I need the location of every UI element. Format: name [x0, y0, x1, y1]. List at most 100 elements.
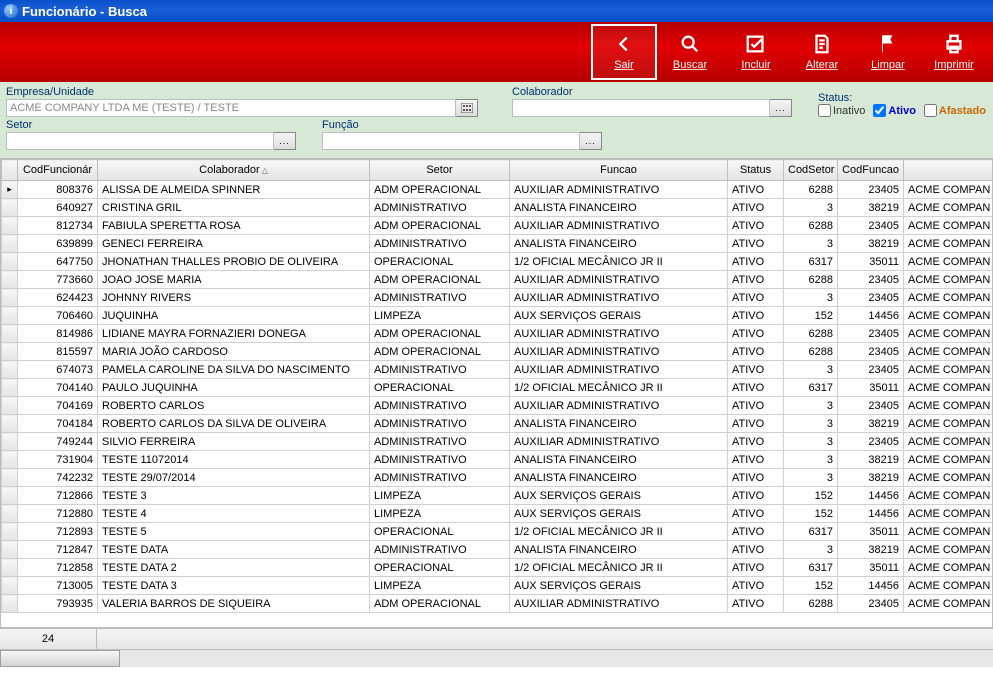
limpar-button[interactable]: Limpar	[855, 24, 921, 80]
cell-status: ATIVO	[728, 415, 784, 433]
cell-funcao: ANALISTA FINANCEIRO	[510, 235, 728, 253]
table-row[interactable]: 712880TESTE 4LIMPEZAAUX SERVIÇOS GERAISA…	[2, 505, 993, 523]
col-empresa[interactable]	[904, 160, 993, 181]
cell-cod: 704169	[18, 397, 98, 415]
horizontal-scrollbar[interactable]	[0, 649, 993, 667]
table-row[interactable]: 704140PAULO JUQUINHAOPERACIONAL1/2 OFICI…	[2, 379, 993, 397]
table-row[interactable]: 731904TESTE 11072014ADMINISTRATIVOANALIS…	[2, 451, 993, 469]
table-row[interactable]: 704184ROBERTO CARLOS DA SILVA DE OLIVEIR…	[2, 415, 993, 433]
sair-button[interactable]: Sair	[591, 24, 657, 80]
cell-codfuncao: 14456	[838, 577, 904, 595]
empresa-field[interactable]	[6, 99, 456, 117]
table-row[interactable]: 640927CRISTINA GRILADMINISTRATIVOANALIST…	[2, 199, 993, 217]
row-count: 24	[0, 629, 97, 649]
cell-codsetor: 3	[784, 199, 838, 217]
cell-cod: 742232	[18, 469, 98, 487]
table-row[interactable]: 713005TESTE DATA 3LIMPEZAAUX SERVIÇOS GE…	[2, 577, 993, 595]
col-status[interactable]: Status	[728, 160, 784, 181]
grid[interactable]: CodFuncionár Colaborador△ Setor Funcao S…	[0, 159, 993, 628]
cell-codfuncao: 14456	[838, 505, 904, 523]
cell-status: ATIVO	[728, 505, 784, 523]
cell-codfuncao: 23405	[838, 595, 904, 613]
filter-panel: Empresa/Unidade Colaborador ... Status: …	[0, 82, 993, 159]
cell-funcao: ANALISTA FINANCEIRO	[510, 541, 728, 559]
cell-status: ATIVO	[728, 253, 784, 271]
cell-cod: 712893	[18, 523, 98, 541]
ativo-checkbox[interactable]: Ativo	[873, 104, 916, 117]
limpar-label: Limpar	[871, 59, 905, 71]
row-indicator	[2, 289, 18, 307]
inativo-checkbox[interactable]: Inativo	[818, 104, 865, 117]
buscar-label: Buscar	[673, 59, 707, 71]
table-row[interactable]: 647750JHONATHAN THALLES PROBIO DE OLIVEI…	[2, 253, 993, 271]
cell-colaborador: TESTE 29/07/2014	[98, 469, 370, 487]
cell-codfuncao: 35011	[838, 523, 904, 541]
cell-setor: ADM OPERACIONAL	[370, 343, 510, 361]
col-colaborador[interactable]: Colaborador△	[98, 160, 370, 181]
table-row[interactable]: 793935VALERIA BARROS DE SIQUEIRAADM OPER…	[2, 595, 993, 613]
grid-header-row: CodFuncionár Colaborador△ Setor Funcao S…	[2, 160, 993, 181]
table-row[interactable]: 712858TESTE DATA 2OPERACIONAL1/2 OFICIAL…	[2, 559, 993, 577]
cell-codsetor: 3	[784, 289, 838, 307]
table-row[interactable]: 674073PAMELA CAROLINE DA SILVA DO NASCIM…	[2, 361, 993, 379]
table-row[interactable]: 639899GENECI FERREIRAADMINISTRATIVOANALI…	[2, 235, 993, 253]
cell-empresa: ACME COMPAN	[904, 469, 993, 487]
cell-cod: 808376	[18, 181, 98, 199]
cell-cod: 815597	[18, 343, 98, 361]
cell-funcao: AUXILIAR ADMINISTRATIVO	[510, 271, 728, 289]
col-codfuncionario[interactable]: CodFuncionár	[18, 160, 98, 181]
cell-status: ATIVO	[728, 559, 784, 577]
funcao-lookup-button[interactable]: ...	[580, 132, 602, 150]
cell-empresa: ACME COMPAN	[904, 541, 993, 559]
alterar-button[interactable]: Alterar	[789, 24, 855, 80]
table-row[interactable]: 712866TESTE 3LIMPEZAAUX SERVIÇOS GERAISA…	[2, 487, 993, 505]
funcao-field[interactable]	[322, 132, 580, 150]
setor-field[interactable]	[6, 132, 274, 150]
row-indicator	[2, 217, 18, 235]
cell-colaborador: TESTE DATA 3	[98, 577, 370, 595]
status-label: Status:	[818, 92, 987, 104]
cell-status: ATIVO	[728, 577, 784, 595]
cell-funcao: 1/2 OFICIAL MECÂNICO JR II	[510, 253, 728, 271]
cell-codfuncao: 38219	[838, 235, 904, 253]
table-row[interactable]: 704169ROBERTO CARLOSADMINISTRATIVOAUXILI…	[2, 397, 993, 415]
col-funcao[interactable]: Funcao	[510, 160, 728, 181]
cell-funcao: 1/2 OFICIAL MECÂNICO JR II	[510, 559, 728, 577]
table-row[interactable]: 712847TESTE DATAADMINISTRATIVOANALISTA F…	[2, 541, 993, 559]
scrollbar-thumb[interactable]	[0, 650, 120, 667]
colaborador-lookup-button[interactable]: ...	[770, 99, 792, 117]
cell-setor: ADMINISTRATIVO	[370, 397, 510, 415]
cell-codsetor: 3	[784, 361, 838, 379]
cell-funcao: AUXILIAR ADMINISTRATIVO	[510, 595, 728, 613]
edit-doc-icon	[811, 33, 833, 55]
cell-funcao: AUX SERVIÇOS GERAIS	[510, 487, 728, 505]
table-row[interactable]: 624423JOHNNY RIVERSADMINISTRATIVOAUXILIA…	[2, 289, 993, 307]
cell-setor: OPERACIONAL	[370, 253, 510, 271]
empresa-lookup-button[interactable]	[456, 99, 478, 117]
cell-empresa: ACME COMPAN	[904, 307, 993, 325]
table-row[interactable]: ▸808376ALISSA DE ALMEIDA SPINNERADM OPER…	[2, 181, 993, 199]
table-row[interactable]: 815597MARIA JOÃO CARDOSOADM OPERACIONALA…	[2, 343, 993, 361]
table-row[interactable]: 706460JUQUINHALIMPEZAAUX SERVIÇOS GERAIS…	[2, 307, 993, 325]
cell-empresa: ACME COMPAN	[904, 361, 993, 379]
cell-empresa: ACME COMPAN	[904, 271, 993, 289]
cell-setor: LIMPEZA	[370, 487, 510, 505]
table-row[interactable]: 814986LIDIANE MAYRA FORNAZIERI DONEGAADM…	[2, 325, 993, 343]
setor-lookup-button[interactable]: ...	[274, 132, 296, 150]
col-codfuncao[interactable]: CodFuncao	[838, 160, 904, 181]
row-indicator	[2, 271, 18, 289]
col-setor[interactable]: Setor	[370, 160, 510, 181]
table-row[interactable]: 712893TESTE 5OPERACIONAL1/2 OFICIAL MECÂ…	[2, 523, 993, 541]
colaborador-field[interactable]	[512, 99, 770, 117]
table-row[interactable]: 773660JOAO JOSE MARIAADM OPERACIONALAUXI…	[2, 271, 993, 289]
incluir-button[interactable]: Incluir	[723, 24, 789, 80]
cell-status: ATIVO	[728, 217, 784, 235]
imprimir-button[interactable]: Imprimir	[921, 24, 987, 80]
cell-setor: ADMINISTRATIVO	[370, 235, 510, 253]
table-row[interactable]: 812734FABIULA SPERETTA ROSAADM OPERACION…	[2, 217, 993, 235]
col-codsetor[interactable]: CodSetor	[784, 160, 838, 181]
afastado-checkbox[interactable]: Afastado	[924, 104, 986, 117]
table-row[interactable]: 749244SILVIO FERREIRAADMINISTRATIVOAUXIL…	[2, 433, 993, 451]
buscar-button[interactable]: Buscar	[657, 24, 723, 80]
table-row[interactable]: 742232TESTE 29/07/2014ADMINISTRATIVOANAL…	[2, 469, 993, 487]
